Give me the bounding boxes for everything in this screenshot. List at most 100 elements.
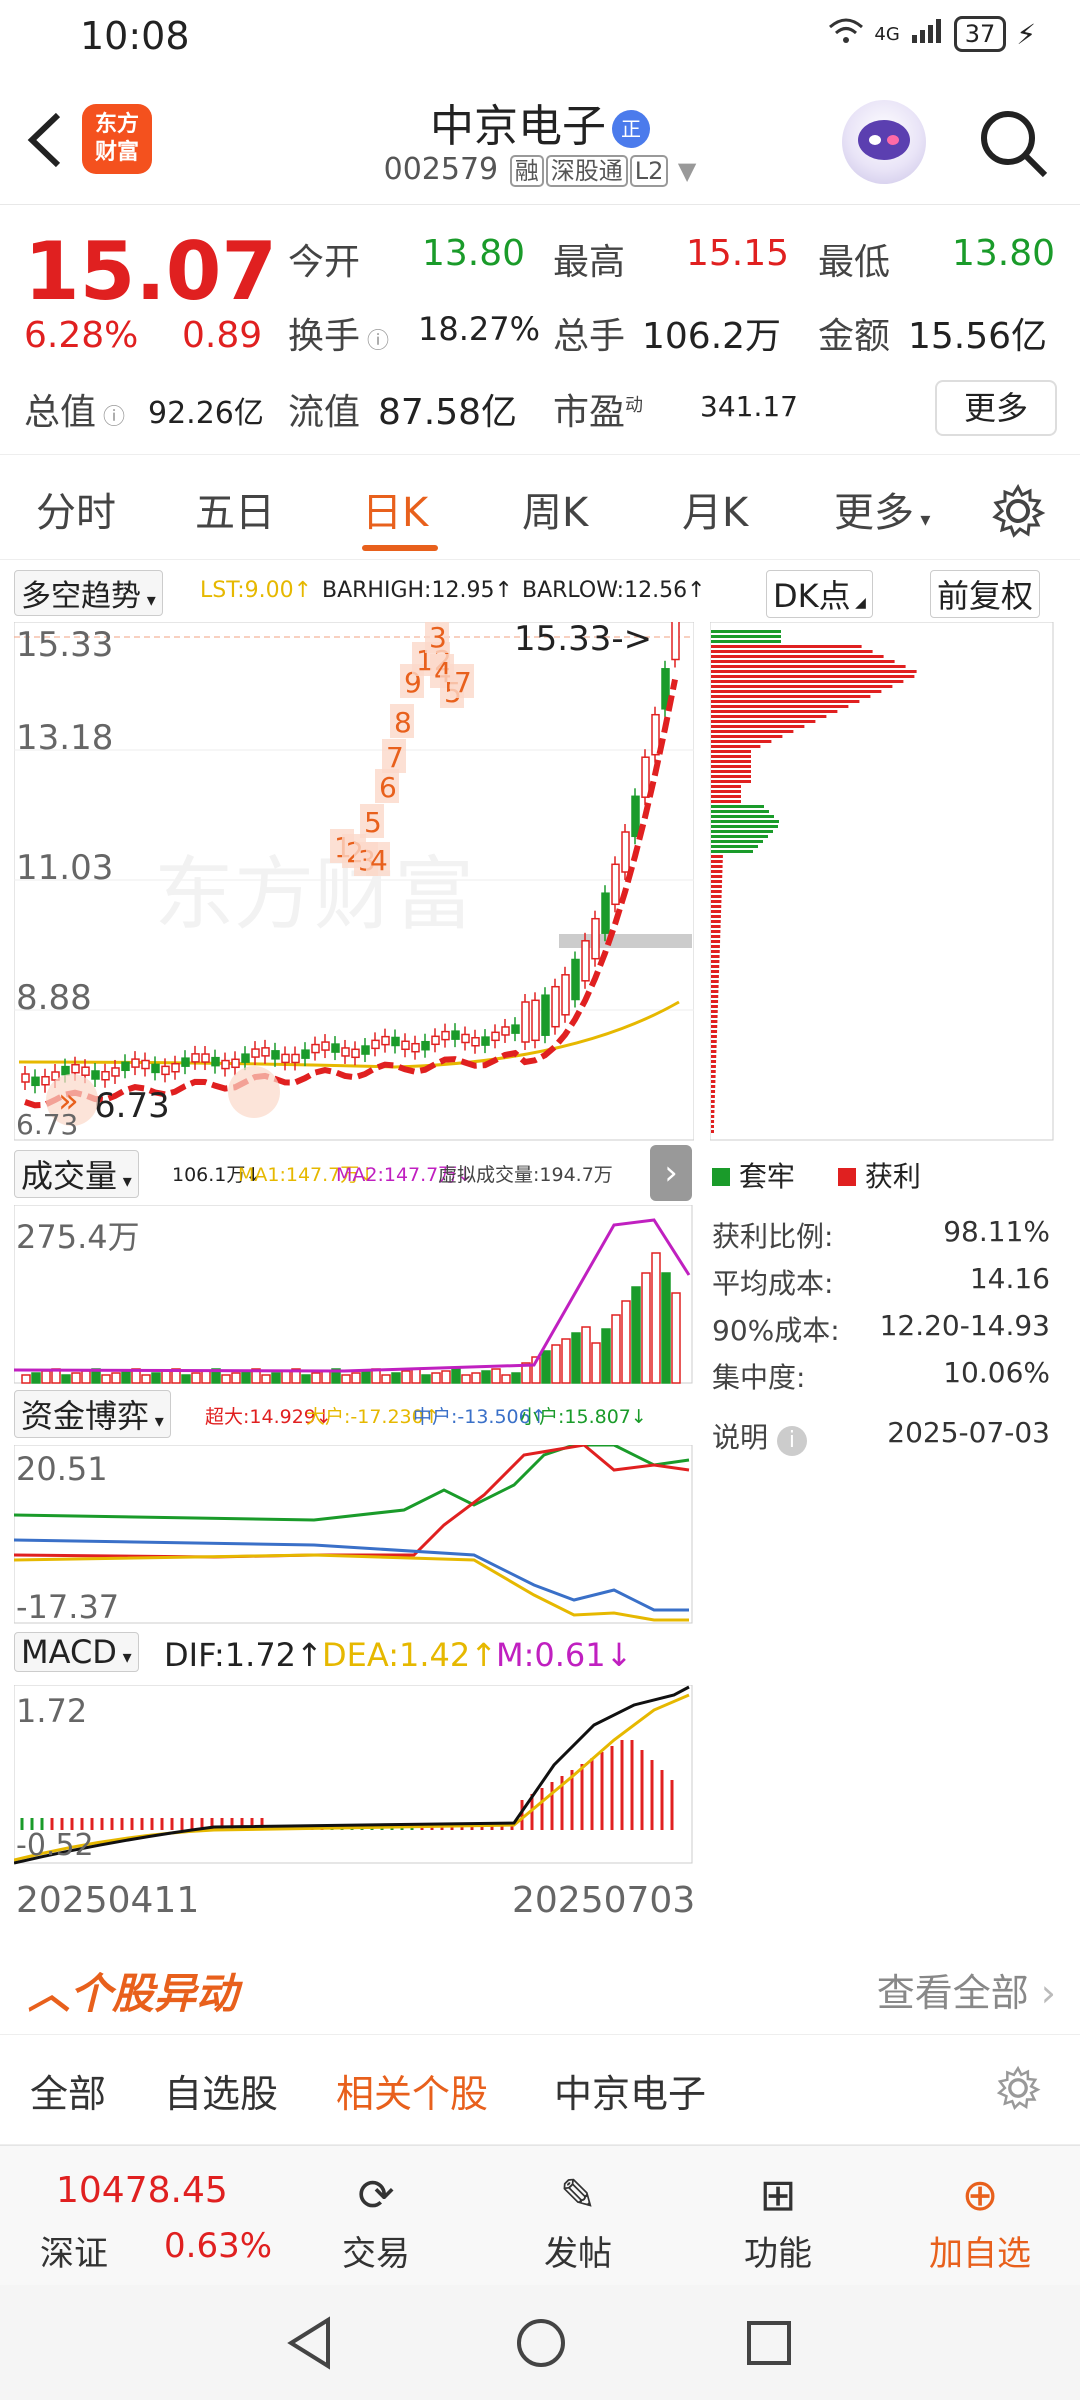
volume-bar — [491, 1368, 501, 1384]
system-back-button[interactable] — [283, 2315, 333, 2375]
tab-five-day[interactable]: 五日 — [195, 480, 275, 538]
volume-bar — [651, 1252, 661, 1384]
avg-cost-value: 14.16 — [969, 1262, 1050, 1295]
candle-body — [341, 1047, 350, 1057]
system-navigation — [0, 2285, 1080, 2400]
tab-intraday[interactable]: 分时 — [36, 480, 116, 538]
min-price-marker: 6.73 — [94, 1086, 170, 1126]
candle-body — [321, 1041, 330, 1051]
indicator-selector[interactable]: 多空趋势 ▾ — [14, 570, 163, 616]
dk-point-button[interactable]: DK点 ◢ — [766, 570, 873, 618]
date-start: 20250411 — [16, 1880, 200, 1921]
more-button[interactable]: 更多 — [935, 380, 1057, 436]
volume-bar — [401, 1370, 411, 1384]
chip-bar — [711, 980, 719, 983]
lst-value: LST:9.00↑ — [200, 578, 313, 603]
volume-bar — [431, 1372, 441, 1384]
chip-bar — [711, 900, 722, 903]
volume-bar — [451, 1368, 461, 1384]
macd-selector[interactable]: MACD ▾ — [14, 1632, 139, 1672]
funds-y-top: 20.51 — [16, 1450, 108, 1488]
float-label: 流值 — [288, 392, 361, 433]
chip-bar — [711, 1130, 714, 1133]
candle-body — [101, 1070, 110, 1081]
tab-monthly-k[interactable]: 月K — [682, 480, 748, 538]
movers-title[interactable]: ︿个股异动 — [28, 1960, 238, 2021]
open-value: 13.80 — [422, 233, 526, 274]
date-end: 20250703 — [512, 1880, 696, 1921]
signal-circle-icon[interactable] — [228, 1066, 280, 1118]
volume-bar — [361, 1370, 371, 1384]
volume-selector[interactable]: 成交量 ▾ — [14, 1150, 139, 1198]
open-label: 今开 — [288, 242, 361, 283]
virtual-volume: 虚拟成交量:194.7万 — [438, 1164, 613, 1186]
chip-bar — [711, 895, 722, 898]
chip-bar — [711, 860, 723, 863]
candle-body — [401, 1040, 410, 1051]
adjust-button[interactable]: 前复权 — [930, 570, 1041, 618]
tab-more[interactable]: 更多 ▾ — [834, 480, 930, 538]
volume-bar — [661, 1272, 671, 1384]
chip-bar — [711, 745, 761, 748]
pe-label: 市盈动 — [553, 383, 643, 435]
macd-dif: DIF:1.72↑ — [164, 1636, 323, 1674]
info-icon: i — [776, 1426, 807, 1456]
volume-bar — [471, 1372, 481, 1384]
view-all-link[interactable]: 查看全部 › — [877, 1962, 1056, 2017]
kline-chart[interactable]: 东方财富 15.33-> 6.73 » 123456789123457 — [14, 622, 694, 1142]
cost90-value: 12.20-14.93 — [879, 1309, 1050, 1342]
chip-bar — [711, 700, 860, 703]
candle-body — [551, 985, 560, 1028]
expand-button[interactable]: › — [650, 1145, 692, 1201]
note-link[interactable]: 说明 i — [712, 1416, 807, 1456]
change-amount: 0.89 — [182, 315, 263, 356]
assistant-avatar[interactable] — [842, 100, 926, 184]
chip-bar — [711, 1070, 716, 1073]
candle-body — [581, 940, 590, 982]
volume-bar — [101, 1374, 111, 1384]
filter-settings-button[interactable] — [995, 2065, 1041, 2115]
tab-daily-k[interactable]: 日K — [362, 480, 428, 538]
info-icon[interactable]: ⓘ — [360, 329, 389, 354]
chip-bar — [711, 675, 915, 678]
nav-functions[interactable]: ⊞ 功能 — [698, 2166, 858, 2275]
filter-stock[interactable]: 中京电子 — [554, 2063, 706, 2118]
macd-chart[interactable] — [14, 1685, 694, 1865]
battery-level: 37 — [964, 20, 996, 48]
volume-bar — [221, 1374, 231, 1384]
filter-watchlist[interactable]: 自选股 — [164, 2063, 278, 2118]
yuan-cycle-icon: ⟳ — [357, 2170, 395, 2221]
volume-bar — [441, 1370, 451, 1384]
chip-distribution-chart[interactable] — [710, 622, 1055, 1142]
filter-related[interactable]: 相关个股 — [336, 2063, 488, 2118]
filter-all[interactable]: 全部 — [30, 2063, 106, 2118]
chip-bar — [711, 875, 723, 878]
macd-title: MACD — [21, 1633, 117, 1671]
info-icon[interactable]: ⓘ — [96, 405, 125, 430]
candle-body — [351, 1048, 360, 1059]
amount-label: 金额 — [818, 316, 891, 357]
tab-weekly-k[interactable]: 周K — [522, 480, 588, 538]
candle-body — [301, 1049, 310, 1059]
system-recents-button[interactable] — [745, 2319, 793, 2371]
settings-button[interactable] — [990, 483, 1046, 543]
chip-bar — [711, 845, 758, 848]
candle-body — [161, 1065, 170, 1076]
search-button[interactable] — [975, 105, 1050, 180]
chip-bar — [711, 1020, 718, 1023]
nav-add-watchlist[interactable]: ⊕ 加自选 — [900, 2166, 1060, 2275]
pe-value: 341.17 — [700, 390, 798, 423]
candle-body — [271, 1050, 280, 1060]
chevron-up-icon: ︿ — [28, 1969, 71, 2018]
index-ticker[interactable]: 10478.45 深证 0.63% — [0, 2154, 300, 2279]
candle-body — [291, 1053, 300, 1064]
nav-trade[interactable]: ⟳ 交易 — [296, 2166, 456, 2275]
chip-bar — [711, 690, 882, 693]
nav-post[interactable]: ✎ 发帖 — [498, 2166, 658, 2275]
volume-bar — [541, 1350, 551, 1384]
funds-selector[interactable]: 资金博弈 ▾ — [14, 1390, 171, 1438]
nav-functions-label: 功能 — [744, 2234, 812, 2274]
chip-bar — [711, 865, 723, 868]
candle-body — [251, 1048, 260, 1058]
system-home-button[interactable] — [515, 2317, 567, 2373]
